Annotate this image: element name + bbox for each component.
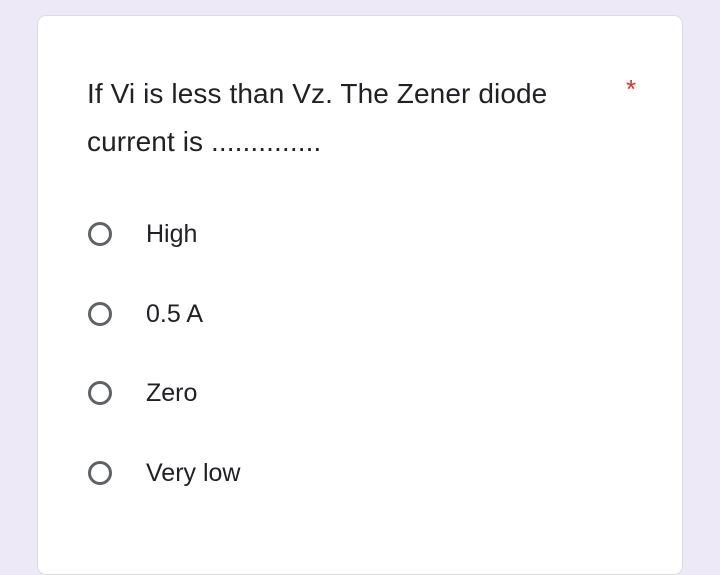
option-label: 0.5 A: [146, 299, 203, 328]
question-title-line-1: If Vi is less than Vz. The Zener diode: [87, 78, 548, 109]
option-very-low[interactable]: Very low: [88, 453, 240, 493]
option-label: High: [146, 219, 198, 248]
option-zero[interactable]: Zero: [88, 373, 197, 413]
option-high[interactable]: High: [88, 214, 197, 254]
radio-button-unchecked[interactable]: [88, 381, 112, 405]
required-asterisk: *: [626, 74, 637, 104]
question-title: If Vi is less than Vz. The Zener diode c…: [87, 70, 617, 166]
option-0-5-a[interactable]: 0.5 A: [88, 294, 203, 334]
question-card: If Vi is less than Vz. The Zener diode c…: [37, 15, 683, 575]
radio-button-unchecked[interactable]: [88, 302, 112, 326]
radio-button-unchecked[interactable]: [88, 461, 112, 485]
radio-button-unchecked[interactable]: [88, 222, 112, 246]
option-label: Zero: [146, 378, 198, 407]
question-title-line-2: current is ..............: [87, 126, 322, 157]
option-label: Very low: [146, 458, 241, 487]
